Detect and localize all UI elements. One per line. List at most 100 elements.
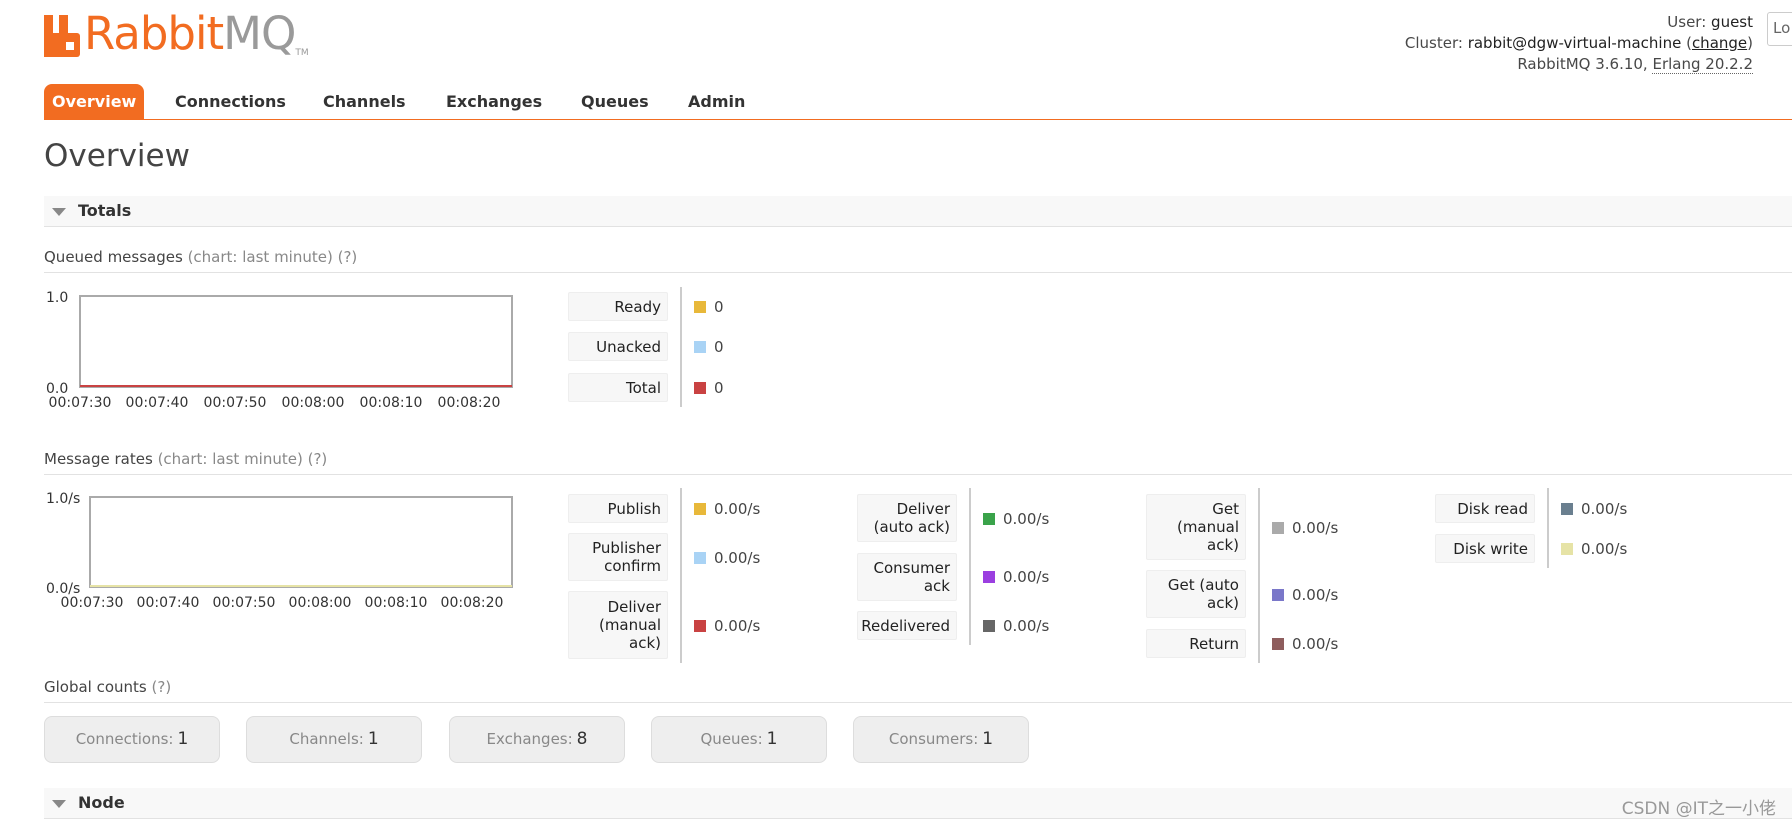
legend-label-total: Total	[568, 373, 668, 402]
plot-frame	[89, 496, 513, 588]
legend-label-publish: Publish	[568, 494, 668, 523]
user-line: User: guest	[1667, 13, 1753, 31]
chart-range-link[interactable]: (chart: last minute)	[188, 248, 333, 266]
legend-label-ready: Ready	[568, 292, 668, 321]
erlang-version: Erlang 20.2.2	[1652, 55, 1753, 74]
cluster-name: rabbit@dgw-virtual-machine	[1467, 34, 1682, 52]
x-tick-label: 00:08:20	[441, 595, 504, 611]
message-rates-header: Message rates (chart: last minute) (?)	[44, 450, 1792, 475]
legend-label-deliver-manual-ack: Deliver (manual ack)	[568, 591, 668, 659]
logo-wordmark: RabbitMQ	[84, 7, 296, 60]
y-tick-label: 1.0/s	[46, 491, 80, 507]
legend-value-get-auto-ack: 0.00/s	[1272, 580, 1338, 609]
legend-label-get-auto-ack: Get (auto ack)	[1146, 570, 1246, 618]
user-info: User: guest Cluster: rabbit@dgw-virtual-…	[1405, 12, 1753, 75]
tab-queues[interactable]: Queues	[573, 84, 657, 119]
legend-separator	[1258, 488, 1260, 663]
logout-button[interactable]: Lo	[1767, 12, 1792, 46]
plot-frame	[79, 295, 513, 388]
color-swatch	[983, 512, 995, 525]
legend-label-redelivered: Redelivered	[857, 611, 957, 640]
totals-section-toggle[interactable]: Totals	[44, 196, 1792, 227]
page-title: Overview	[44, 138, 190, 174]
rabbit-logo-icon	[44, 15, 80, 57]
node-section-toggle[interactable]: Node	[44, 788, 1792, 819]
message-rates-chart: 1.0/s 0.0/s 00:07:30 00:07:40 00:07:50 00:08:…	[44, 484, 524, 614]
legend-value-disk-read: 0.00/s	[1561, 494, 1627, 523]
color-swatch	[1272, 521, 1284, 534]
queued-help-link[interactable]: (?)	[338, 248, 358, 266]
y-tick-label: 1.0	[46, 290, 68, 306]
legend-separator	[680, 287, 682, 407]
legend-value-deliver-auto-ack: 0.00/s	[983, 504, 1049, 533]
queued-messages-chart: 1.0 0.0 00:07:30 00:07:40 00:07:50 00:08:00 00…	[44, 283, 524, 413]
user-name: guest	[1711, 13, 1753, 31]
cluster-line: Cluster: rabbit@dgw-virtual-machine (cha…	[1404, 34, 1753, 52]
x-tick-label: 00:08:10	[365, 595, 428, 611]
cluster-change-link[interactable]: change	[1692, 34, 1747, 52]
legend-value-disk-write: 0.00/s	[1561, 534, 1627, 563]
rabbitmq-logo[interactable]: RabbitMQ TM	[44, 10, 309, 58]
x-tick-label: 00:07:40	[126, 395, 189, 411]
legend-value-total: 0	[694, 373, 724, 402]
node-title: Node	[78, 793, 125, 812]
global-help-link[interactable]: (?)	[152, 678, 172, 696]
legend-label-deliver-auto-ack: Deliver (auto ack)	[857, 494, 957, 542]
color-swatch	[983, 619, 995, 632]
legend-value-publish: 0.00/s	[694, 494, 760, 523]
legend-separator	[969, 488, 971, 645]
connections-count-button[interactable]: Connections: 1	[44, 716, 220, 763]
tab-channels[interactable]: Channels	[315, 84, 414, 119]
x-tick-label: 00:07:40	[137, 595, 200, 611]
color-swatch	[694, 381, 706, 394]
legend-separator	[1547, 488, 1549, 568]
collapse-triangle-icon	[52, 799, 66, 808]
global-counts-header: Global counts (?)	[44, 678, 1792, 703]
legend-value-return: 0.00/s	[1272, 629, 1338, 658]
color-swatch	[694, 502, 706, 515]
totals-title: Totals	[78, 201, 132, 220]
chart-range-link[interactable]: (chart: last minute)	[158, 450, 303, 468]
legend-value-deliver-manual-ack: 0.00/s	[694, 611, 760, 640]
collapse-triangle-icon	[52, 207, 66, 216]
main-tabs: Overview Connections Channels Exchanges …	[44, 84, 1792, 120]
x-tick-label: 00:08:10	[360, 395, 423, 411]
exchanges-count-button[interactable]: Exchanges: 8	[449, 716, 625, 763]
color-swatch	[983, 570, 995, 583]
legend-value-redelivered: 0.00/s	[983, 611, 1049, 640]
channels-count-button[interactable]: Channels: 1	[246, 716, 422, 763]
queued-messages-header: Queued messages (chart: last minute) (?)	[44, 248, 1792, 273]
legend-value-ready: 0	[694, 292, 724, 321]
version-line: RabbitMQ 3.6.10, Erlang 20.2.2	[1517, 55, 1753, 74]
legend-label-publisher-confirm: Publisher confirm	[568, 533, 668, 581]
legend-label-consumer-ack: Consumer ack	[857, 553, 957, 601]
consumers-count-button[interactable]: Consumers: 1	[853, 716, 1029, 763]
legend-value-unacked: 0	[694, 332, 724, 361]
color-swatch	[1561, 502, 1573, 515]
x-tick-label: 00:08:00	[282, 395, 345, 411]
legend-label-return: Return	[1146, 629, 1246, 658]
legend-label-disk-write: Disk write	[1435, 534, 1535, 563]
logo-trademark: TM	[295, 48, 309, 58]
tab-overview[interactable]: Overview	[44, 84, 145, 119]
legend-label-disk-read: Disk read	[1435, 494, 1535, 523]
color-swatch	[694, 619, 706, 632]
x-tick-label: 00:07:50	[213, 595, 276, 611]
tab-exchanges[interactable]: Exchanges	[438, 84, 550, 119]
legend-value-publisher-confirm: 0.00/s	[694, 543, 760, 572]
color-swatch	[694, 340, 706, 353]
legend-label-get-manual-ack: Get (manual ack)	[1146, 494, 1246, 560]
legend-separator	[680, 488, 682, 663]
tab-connections[interactable]: Connections	[167, 84, 294, 119]
rates-help-link[interactable]: (?)	[308, 450, 328, 468]
x-tick-label: 00:07:50	[204, 395, 267, 411]
legend-value-consumer-ack: 0.00/s	[983, 562, 1049, 591]
legend-value-get-manual-ack: 0.00/s	[1272, 513, 1338, 542]
x-tick-label: 00:08:20	[438, 395, 501, 411]
x-tick-label: 00:07:30	[61, 595, 124, 611]
color-swatch	[1561, 542, 1573, 555]
tab-admin[interactable]: Admin	[680, 84, 753, 119]
queues-count-button[interactable]: Queues: 1	[651, 716, 827, 763]
x-tick-label: 00:08:00	[289, 595, 352, 611]
x-tick-label: 00:07:30	[49, 395, 112, 411]
